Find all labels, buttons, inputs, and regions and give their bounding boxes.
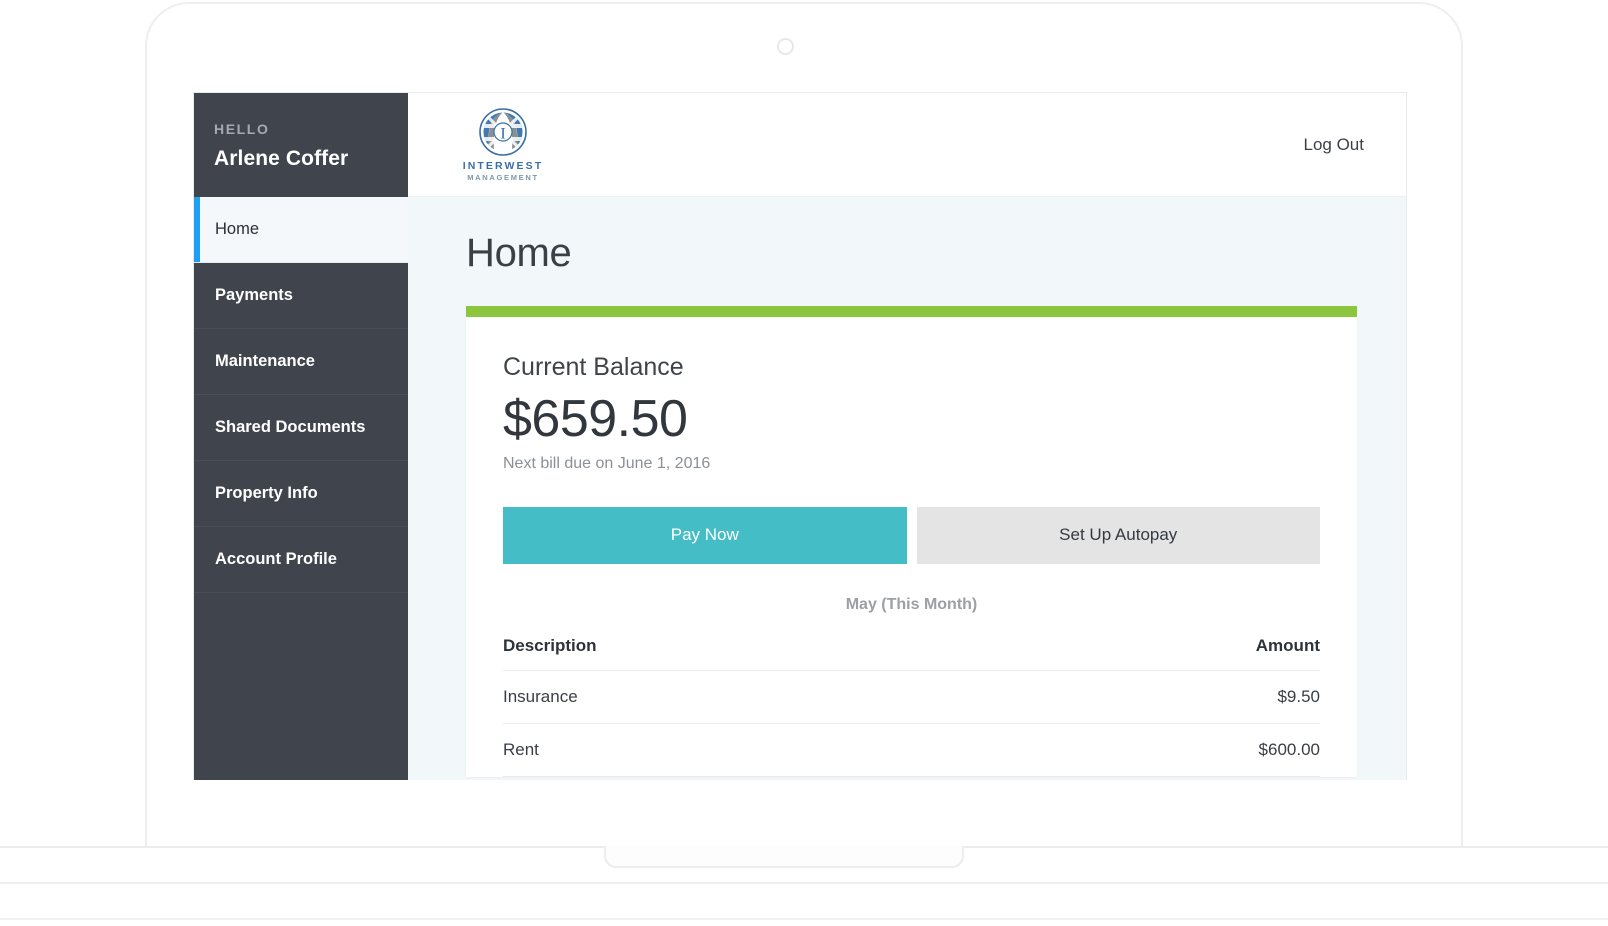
table-row: Insurance $9.50 [503, 670, 1320, 724]
sidebar-item-home[interactable]: Home [194, 197, 408, 263]
column-header-amount: Amount [987, 629, 1320, 671]
greeting-hello-label: HELLO [214, 121, 270, 137]
current-balance-card: Current Balance $659.50 Next bill due on… [466, 306, 1357, 777]
svg-text:I: I [500, 126, 505, 143]
statement-month-label: May (This Month) [845, 595, 978, 613]
interwest-globe-logo-icon: I [479, 108, 527, 156]
sidebar-item-label: Property Info [215, 484, 318, 502]
sidebar: HELLO Arlene Coffer Home Payments Mainte… [194, 93, 408, 780]
sidebar-item-label: Maintenance [215, 352, 315, 370]
statement-table: Description Amount Insurance $9.50 Rent [503, 629, 1320, 777]
row-description: Insurance [503, 670, 988, 724]
table-header-row: Description Amount [503, 629, 1320, 671]
sidebar-item-property-info[interactable]: Property Info [194, 461, 408, 527]
laptop-foot-edge [0, 918, 1608, 920]
balance-amount: $659.50 [503, 390, 688, 448]
sidebar-item-label: Account Profile [215, 550, 337, 568]
sidebar-item-maintenance[interactable]: Maintenance [194, 329, 408, 395]
laptop-lid-notch [604, 846, 964, 868]
camera-dot-icon [777, 38, 794, 55]
sidebar-item-label: Home [215, 220, 260, 238]
sidebar-item-label: Shared Documents [215, 418, 366, 436]
page-content: Home Current Balance $659.50 Next bill d… [408, 197, 1406, 780]
next-bill-due-note: Next bill due on June 1, 2016 [503, 454, 711, 472]
laptop-base-edge [0, 882, 1608, 884]
top-bar: I INTERWEST MANAGEMENT Log Out [408, 93, 1406, 197]
pay-now-button[interactable]: Pay Now [503, 506, 907, 564]
card-actions: Pay Now Set Up Autopay [503, 506, 1320, 564]
main-area: I INTERWEST MANAGEMENT Log Out Home Curr… [408, 93, 1406, 780]
sidebar-item-payments[interactable]: Payments [194, 263, 408, 329]
laptop-mockup-frame: HELLO Arlene Coffer Home Payments Mainte… [0, 0, 1608, 926]
greeting-user-name: Arlene Coffer [214, 147, 349, 170]
logout-button[interactable]: Log Out [1304, 135, 1365, 155]
sidebar-greeting: HELLO Arlene Coffer [194, 93, 408, 197]
row-description: Rent [503, 723, 988, 777]
table-row: Rent $600.00 [503, 723, 1320, 777]
row-amount: $600.00 [987, 723, 1320, 777]
sidebar-item-shared-documents[interactable]: Shared Documents [194, 395, 408, 461]
sidebar-item-account-profile[interactable]: Account Profile [194, 527, 408, 593]
set-up-autopay-button[interactable]: Set Up Autopay [916, 506, 1320, 564]
sidebar-item-label: Payments [215, 286, 293, 304]
logo-wordmark-primary: INTERWEST [462, 160, 544, 172]
row-amount: $9.50 [987, 670, 1320, 724]
brand-logo[interactable]: I INTERWEST MANAGEMENT [456, 107, 550, 182]
page-title: Home [466, 231, 572, 275]
balance-label: Current Balance [503, 353, 684, 381]
app-window: HELLO Arlene Coffer Home Payments Mainte… [193, 92, 1407, 780]
logo-wordmark-secondary: MANAGEMENT [467, 173, 539, 182]
column-header-description: Description [503, 629, 988, 671]
